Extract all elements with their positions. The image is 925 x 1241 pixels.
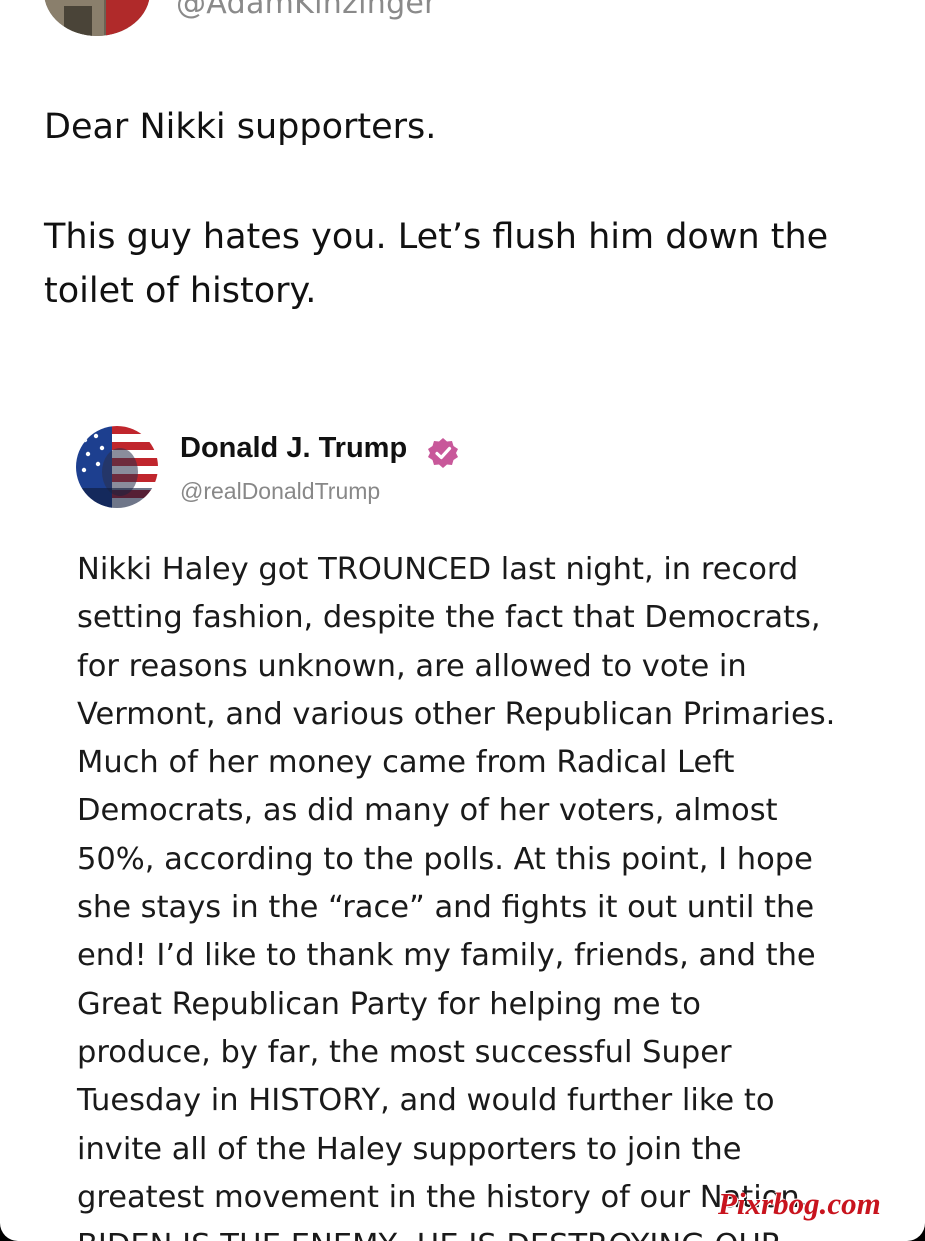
quoted-text-line: she stays in the “race” and fights it ou…	[77, 890, 815, 926]
author-avatar[interactable]	[44, 0, 150, 36]
quoted-text-line: Nikki Haley got TROUNCED last night, in …	[77, 552, 799, 587]
quoted-author-name[interactable]: Donald J. Trump	[180, 432, 407, 465]
quoted-text-line: for reasons unknown, are allowed to vote…	[77, 648, 747, 684]
quoted-post-body: Nikki Haley got TROUNCED last night, in …	[77, 546, 835, 1241]
quoted-text-line: Vermont, and various other Republican Pr…	[77, 696, 836, 732]
quoted-author-handle[interactable]: @realDonaldTrump	[180, 478, 380, 505]
watermark: Pixrbog.com	[718, 1186, 881, 1221]
author-handle[interactable]: @AdamKinzinger	[176, 0, 437, 21]
quoted-author-avatar[interactable]	[76, 426, 158, 508]
post-card: @AdamKinzinger Dear Nikki supporters. Th…	[0, 0, 925, 1241]
post-text-line: Dear Nikki supporters.	[44, 107, 437, 147]
quoted-text-line: Tuesday in HISTORY, and would further li…	[77, 1083, 775, 1119]
quoted-text-line: Much of her money came from Radical Left	[77, 745, 735, 781]
quoted-text-line: invite all of the Haley supporters to jo…	[77, 1131, 742, 1167]
quoted-text-line: end! I’d like to thank my family, friend…	[77, 938, 816, 974]
profile-photo-icon	[44, 0, 150, 36]
flag-portrait-avatar-icon	[76, 426, 158, 508]
quoted-text-line: produce, by far, the most successful Sup…	[77, 1034, 732, 1070]
post-text-line: This guy hates you. Let’s flush him down…	[44, 217, 829, 257]
quoted-text-line: setting fashion, despite the fact that D…	[77, 600, 821, 636]
verified-badge-icon	[427, 437, 459, 469]
post-text-line: toilet of history.	[44, 271, 317, 311]
quoted-text-line: Great Republican Party for helping me to	[77, 986, 701, 1022]
quoted-text-line: 50%, according to the polls. At this poi…	[77, 841, 813, 877]
quoted-text-line: BIDEN IS THE ENEMY, HE IS DESTROYING OUR	[77, 1222, 835, 1241]
quoted-text-line: Democrats, as did many of her voters, al…	[77, 793, 778, 829]
